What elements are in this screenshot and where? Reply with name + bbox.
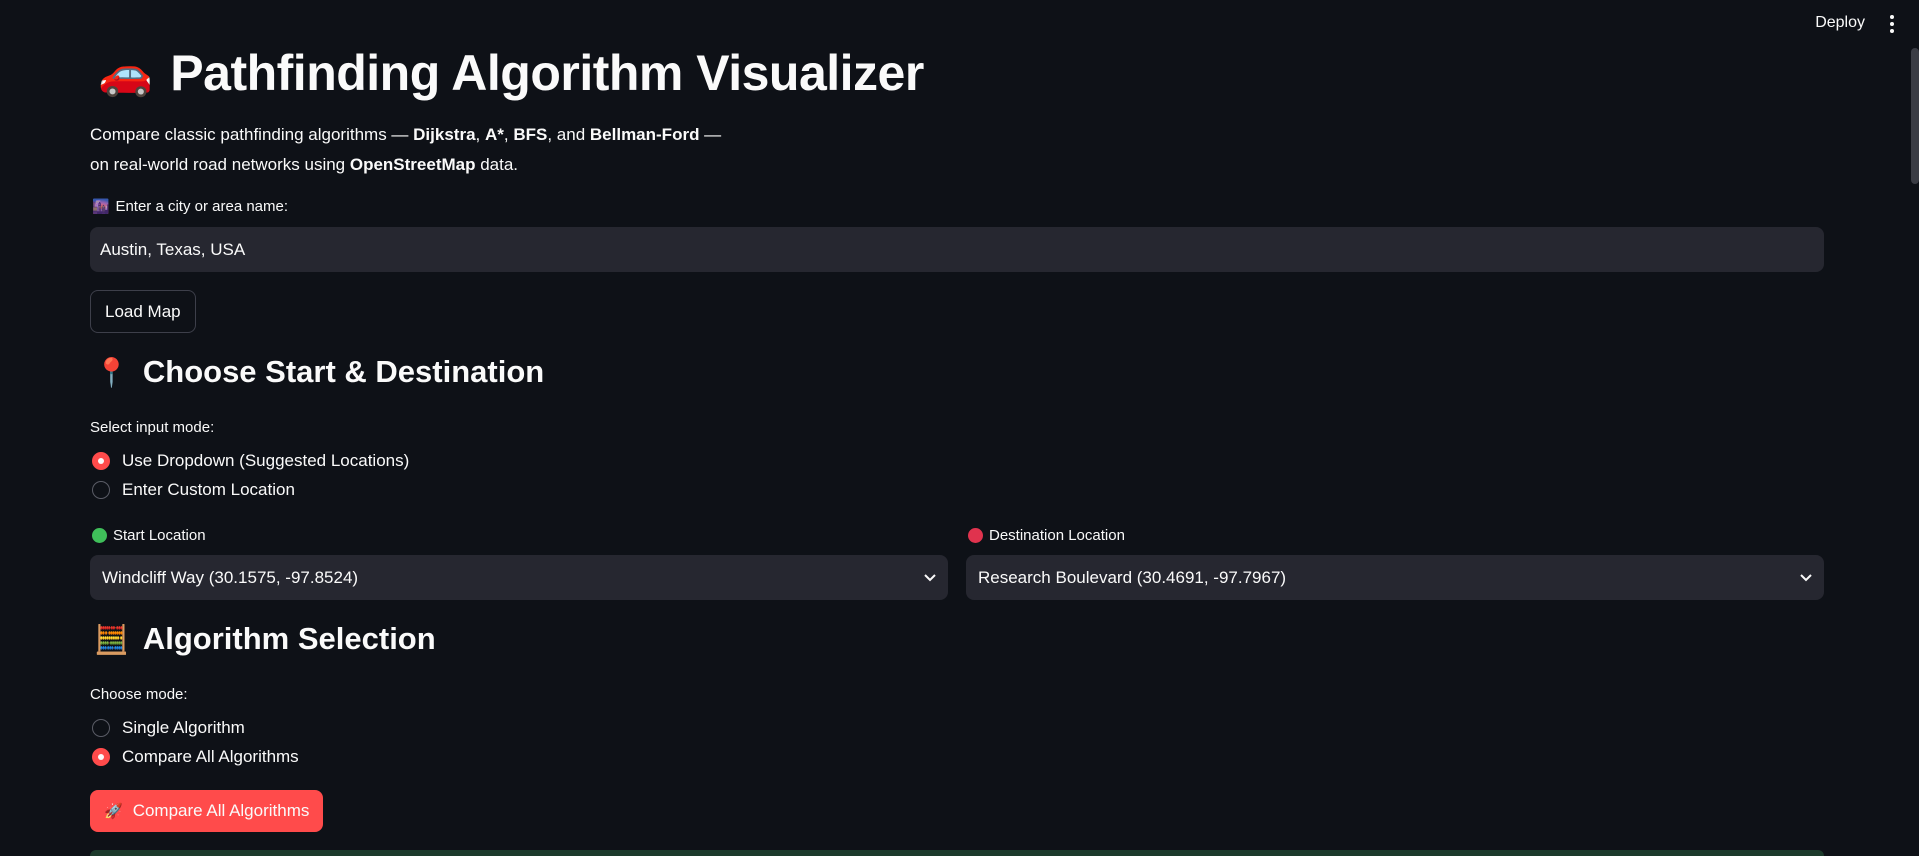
algo-astar: A* (484, 125, 504, 144)
radio-button[interactable] (92, 481, 110, 499)
destination-location-value: Research Boulevard (30.4691, -97.7967) (978, 567, 1287, 587)
green-circle-icon (92, 528, 107, 543)
radio-use-dropdown[interactable]: Use Dropdown (Suggested Locations) (92, 451, 409, 471)
radio-compare-all[interactable]: Compare All Algorithms (92, 747, 299, 767)
scrollbar-thumb[interactable] (1911, 48, 1919, 184)
algorithm-section-heading: 🧮 Algorithm Selection (94, 621, 436, 656)
rocket-icon: 🚀 (104, 803, 123, 820)
destination-location-select[interactable]: Research Boulevard (30.4691, -97.7967) (966, 555, 1824, 600)
red-circle-icon (968, 528, 983, 543)
start-location-select[interactable]: Windcliff Way (30.1575, -97.8524) (90, 555, 948, 600)
start-location-label: Start Location (92, 527, 206, 544)
route-section-heading: 📍 Choose Start & Destination (94, 354, 545, 389)
compare-all-button[interactable]: 🚀 Compare All Algorithms (90, 790, 324, 832)
intro-line-2: on real-world road networks using OpenSt… (90, 155, 519, 174)
city-input[interactable] (90, 227, 1824, 272)
more-menu-icon[interactable] (1885, 12, 1899, 36)
app-header: Deploy (0, 0, 1919, 48)
radio-button-selected[interactable] (92, 452, 110, 470)
page-title: 🚗 Pathfinding Algorithm Visualizer (98, 44, 924, 102)
algo-bfs: BFS (513, 125, 548, 144)
start-location-value: Windcliff Way (30.1575, -97.8524) (102, 567, 359, 587)
radio-button[interactable] (92, 719, 110, 737)
city-field-label: 🌆 Enter a city or area name: (92, 198, 289, 215)
chevron-down-icon[interactable] (1800, 573, 1812, 582)
radio-custom-location[interactable]: Enter Custom Location (92, 480, 295, 500)
chevron-down-icon[interactable] (924, 573, 936, 582)
radio-single-algorithm[interactable]: Single Algorithm (92, 718, 245, 738)
intro-line-1: Compare classic pathfinding algorithms —… (90, 125, 722, 144)
deploy-button[interactable]: Deploy (1815, 14, 1865, 32)
input-mode-label: Select input mode: (90, 419, 215, 436)
load-map-button[interactable]: Load Map (90, 290, 196, 333)
abacus-icon: 🧮 (94, 623, 129, 655)
algo-bellman-ford: Bellman-Ford (589, 125, 700, 144)
radio-button-selected[interactable] (92, 748, 110, 766)
cityscape-icon: 🌆 (92, 198, 110, 214)
pin-icon: 📍 (94, 356, 129, 388)
status-banner (90, 850, 1824, 856)
destination-location-label: Destination Location (968, 527, 1125, 544)
choose-mode-label: Choose mode: (90, 686, 188, 703)
car-icon: 🚗 (98, 49, 153, 98)
page-title-text: Pathfinding Algorithm Visualizer (170, 45, 924, 101)
algo-dijkstra: Dijkstra (413, 125, 476, 144)
intro-text: Compare classic pathfinding algorithms —… (90, 120, 721, 180)
data-source: OpenStreetMap (349, 155, 476, 174)
